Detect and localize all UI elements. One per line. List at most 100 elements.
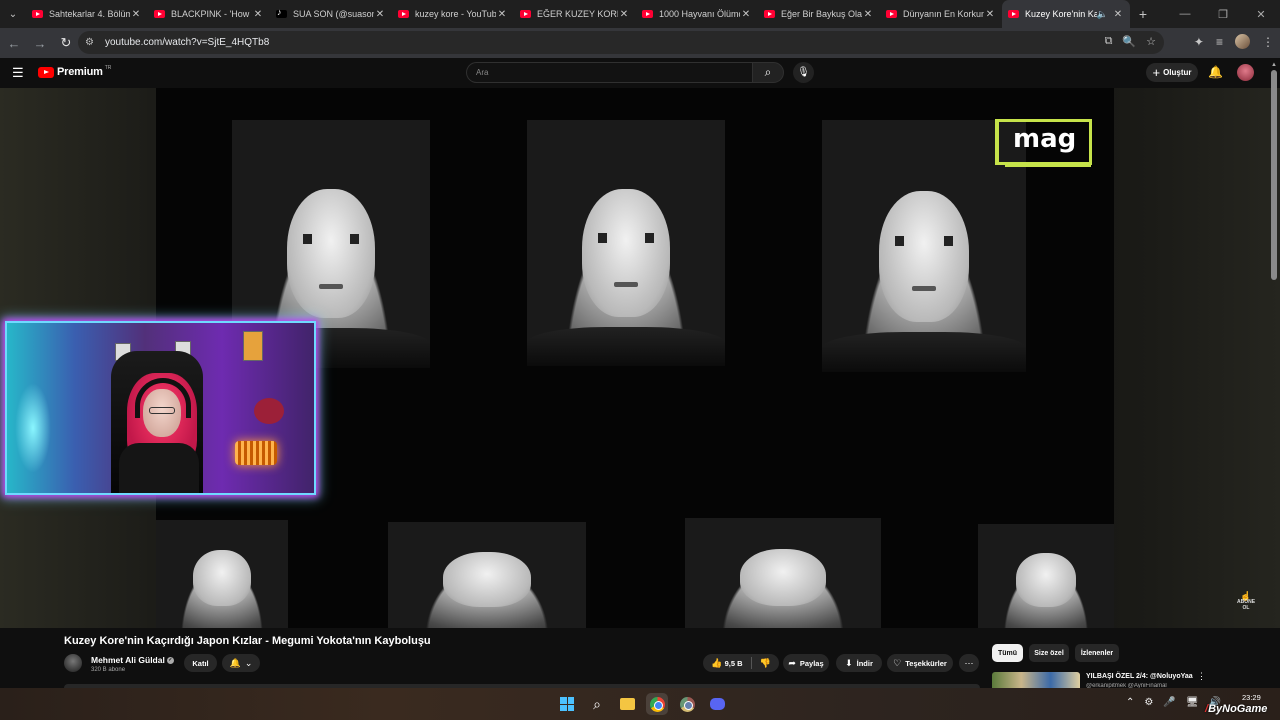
- browser-tab[interactable]: EĞER KUZEY KORE'DE✕: [514, 0, 636, 28]
- lamp-glow: [15, 383, 51, 473]
- install-app-icon[interactable]: ⧉: [1105, 35, 1113, 48]
- subscribe-watermark[interactable]: ☝ ABONE OL: [1236, 592, 1256, 612]
- url-text[interactable]: youtube.com/watch?v=SjtE_4HQTb8: [105, 37, 269, 48]
- recommended-video-thumbnail[interactable]: [992, 672, 1080, 688]
- tab-title: Kuzey Kore'nin Ka: [1025, 9, 1097, 19]
- chip-for-you[interactable]: Size özel: [1029, 644, 1069, 662]
- forward-icon[interactable]: →: [28, 36, 52, 51]
- tab-close-icon[interactable]: ✕: [130, 9, 142, 20]
- tab-title: Dünyanın En Korkunç: [903, 9, 984, 19]
- screen: ⌄ Sahtekarlar 4. Bölüm ✕ BLACKPINK - 'How…: [0, 0, 1280, 720]
- channel-avatar[interactable]: [64, 654, 82, 672]
- chip-all[interactable]: Tümü: [992, 644, 1023, 662]
- portrait-photo: [978, 524, 1114, 628]
- browser-tab[interactable]: Sahtekarlar 4. Bölüm ✕: [26, 0, 148, 28]
- browser-tab[interactable]: Eğer Bir Baykuş Olar ✕: [758, 0, 880, 28]
- tab-title: EĞER KUZEY KORE'DE: [537, 9, 618, 19]
- tab-close-icon[interactable]: ✕: [862, 9, 874, 20]
- tab-search-chevron-icon[interactable]: ⌄: [0, 0, 26, 28]
- download-button[interactable]: ⬇ İndir: [836, 654, 882, 672]
- browser-tab[interactable]: kuzey kore - YouTube ✕: [392, 0, 514, 28]
- video-title: Kuzey Kore'nin Kaçırdığı Japon Kızlar - …: [64, 635, 431, 647]
- channel-name[interactable]: Mehmet Ali Güldal: [91, 655, 165, 665]
- tab-close-icon[interactable]: ✕: [618, 9, 630, 20]
- back-icon[interactable]: ←: [2, 36, 26, 51]
- channel-name-row[interactable]: Mehmet Ali Güldal ✓: [91, 655, 174, 665]
- browser-tab-active[interactable]: Kuzey Kore'nin Ka 🔈 ✕: [1002, 0, 1130, 28]
- voice-search-icon[interactable]: 🎙: [793, 62, 814, 83]
- chip-watched[interactable]: İzlenenler: [1075, 644, 1119, 662]
- tab-close-icon[interactable]: ✕: [740, 9, 752, 20]
- taskbar-clock[interactable]: 23:29: [1242, 693, 1261, 703]
- heater: [235, 441, 277, 465]
- tab-close-icon[interactable]: ✕: [496, 9, 508, 20]
- toolbar-actions: ✦ ≡ ⋮: [1194, 34, 1274, 49]
- zoom-icon[interactable]: 🔍: [1122, 35, 1136, 48]
- restore-icon[interactable]: ❐: [1204, 8, 1242, 21]
- tab-close-icon[interactable]: ✕: [374, 9, 386, 20]
- browser-tab-strip: ⌄ Sahtekarlar 4. Bölüm ✕ BLACKPINK - 'How…: [0, 0, 1280, 28]
- create-button[interactable]: + Oluştur: [1146, 63, 1198, 82]
- browser-tab[interactable]: BLACKPINK - 'How You✕: [148, 0, 270, 28]
- browser-tab[interactable]: SUA SON (@suasonk✕: [270, 0, 392, 28]
- account-avatar[interactable]: [1237, 64, 1254, 81]
- scrollbar-thumb[interactable]: [1271, 70, 1277, 280]
- microphone-icon[interactable]: 🎤: [1163, 697, 1175, 708]
- speaker-icon[interactable]: 🔈: [1097, 9, 1108, 20]
- page-scrollbar[interactable]: ▲: [1270, 62, 1278, 292]
- site-info-icon[interactable]: ⚙: [85, 37, 105, 48]
- network-icon[interactable]: 🖥: [1186, 697, 1199, 708]
- portrait-photo: [685, 518, 881, 628]
- like-count: 9,5 B: [724, 658, 743, 668]
- close-window-icon[interactable]: ✕: [1242, 8, 1280, 21]
- youtube-logo[interactable]: Premium TR: [38, 65, 111, 78]
- search-button[interactable]: ⌕: [752, 62, 784, 83]
- watch-metadata: Kuzey Kore'nin Kaçırdığı Japon Kızlar - …: [0, 628, 1280, 688]
- subscribed-bell-button[interactable]: 🔔 ⌄: [222, 654, 260, 672]
- thumbs-down-icon[interactable]: 👎: [760, 658, 771, 669]
- extensions-icon[interactable]: ✦: [1194, 35, 1204, 49]
- notifications-bell-icon[interactable]: 🔔: [1208, 65, 1223, 79]
- steam-icon[interactable]: ⚙: [1144, 697, 1153, 708]
- streamer-body: [119, 443, 199, 493]
- minimize-icon[interactable]: —: [1166, 8, 1204, 20]
- more-actions-button[interactable]: ⋯: [959, 654, 979, 672]
- profile-avatar-icon[interactable]: [1235, 34, 1250, 49]
- recommended-video-title[interactable]: YILBAŞI ÖZEL 2/4: @NoluyoYaa: [1086, 673, 1193, 680]
- divider: [750, 657, 752, 669]
- browser-tab[interactable]: Dünyanın En Korkunç ✕: [880, 0, 1002, 28]
- bookmark-star-icon[interactable]: ☆: [1146, 35, 1156, 48]
- like-button[interactable]: 👍 9,5 B: [711, 658, 742, 669]
- thumbs-up-icon: 👍: [711, 657, 723, 668]
- window-controls: — ❐ ✕: [1166, 0, 1280, 28]
- share-button[interactable]: ➦ Paylaş: [783, 654, 829, 672]
- tray-overflow-chevron-icon[interactable]: ⌃: [1126, 697, 1134, 708]
- plush-toy: [254, 398, 284, 424]
- more-vertical-icon[interactable]: ⋮: [1197, 671, 1206, 682]
- browser-tab[interactable]: 1000 Hayvanı Ölümd ✕: [636, 0, 758, 28]
- youtube-icon: [642, 10, 653, 18]
- join-button[interactable]: Katıl: [184, 654, 217, 672]
- search-icon[interactable]: ⌕: [586, 693, 608, 715]
- thanks-button[interactable]: ♡ Teşekkürler: [887, 654, 953, 672]
- menu-icon[interactable]: ☰: [12, 65, 24, 81]
- youtube-icon: [764, 10, 775, 18]
- more-horizontal-icon: ⋯: [964, 657, 974, 668]
- search-input[interactable]: Ara: [466, 62, 752, 83]
- tab-close-icon[interactable]: ✕: [252, 9, 264, 20]
- scroll-up-icon[interactable]: ▲: [1270, 62, 1278, 68]
- portrait-photo: [156, 520, 288, 628]
- start-icon[interactable]: [556, 693, 578, 715]
- discord-icon[interactable]: [706, 693, 728, 715]
- media-controls-icon[interactable]: ≡: [1216, 35, 1223, 49]
- reload-icon[interactable]: ↻: [54, 35, 78, 51]
- tab-close-icon[interactable]: ✕: [1112, 9, 1124, 20]
- chrome-menu-icon[interactable]: ⋮: [1262, 35, 1274, 49]
- chrome-icon[interactable]: [646, 693, 668, 715]
- tab-close-icon[interactable]: ✕: [984, 9, 996, 20]
- file-explorer-icon[interactable]: [616, 693, 638, 715]
- address-bar[interactable]: ⚙ youtube.com/watch?v=SjtE_4HQTb8 ⧉ 🔍 ☆: [78, 31, 1164, 54]
- new-tab-icon[interactable]: +: [1130, 6, 1156, 22]
- watermark-text: ByNoGame: [1208, 703, 1268, 715]
- chrome-profile-icon[interactable]: [676, 693, 698, 715]
